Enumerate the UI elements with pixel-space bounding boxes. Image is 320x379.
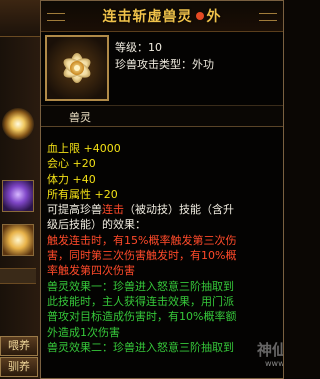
dot-icon	[195, 12, 204, 20]
item-name: 兽灵	[69, 111, 91, 124]
tooltip-title-bar: 连击斩虚兽灵外	[41, 1, 283, 32]
stat-line: 所有属性 +20	[47, 187, 118, 201]
effect-line: 普攻对目标造成伤害时，有10%概率额	[47, 310, 237, 324]
item-title: 连击斩虚兽灵	[102, 9, 193, 25]
pet-portrait-icon[interactable]	[2, 180, 34, 212]
stat-line: 血上限 +4000	[47, 142, 121, 155]
item-description: 血上限 +4000 会心 +20 体力 +40 所有属性 +20 可提高珍兽连击…	[47, 141, 279, 355]
flower-icon	[63, 53, 91, 83]
item-name-row: 兽灵	[41, 105, 283, 127]
trigger-line: 害，同时第三次伤害触发时，有10%概	[47, 249, 237, 263]
effect-line: 兽灵效果二：珍兽进入怒意三阶抽取到	[47, 340, 234, 354]
glow-orb-icon	[2, 108, 34, 140]
side-bar	[0, 268, 36, 284]
title-suffix: 外	[206, 9, 222, 25]
stat-line: 会心 +20	[47, 157, 96, 171]
item-tooltip: 连击斩虚兽灵外 等级：10 珍兽攻击类型：外功 兽灵 血上限 +4000 会心 …	[40, 0, 284, 379]
stat-line: 体力 +40	[47, 172, 96, 186]
skill-desc-line: 可提高珍兽连击（被动技）技能（含升	[47, 202, 279, 217]
desc-rest: （被动技）技能（含升	[124, 203, 234, 217]
attack-type-text: 珍兽攻击类型：外功	[115, 58, 214, 71]
level-text: 等级：10	[115, 41, 162, 54]
skill-name: 连击	[102, 203, 124, 217]
effect-line: 兽灵效果一：珍兽进入怒意三阶抽取到	[47, 279, 234, 293]
feed-button[interactable]: 喂养	[0, 336, 38, 356]
effect-line: 外造成1次伤害	[47, 325, 120, 339]
tooltip-title: 连击斩虚兽灵外	[41, 6, 283, 26]
skill-desc-line: 级后技能）的效果：	[47, 218, 146, 232]
effect-line: 此技能时，主人获得连击效果，用门派	[47, 294, 234, 308]
desc-prefix: 可提高珍兽	[47, 203, 102, 217]
tame-button[interactable]: 驯养	[0, 357, 38, 377]
soul-slot-icon[interactable]	[2, 224, 34, 256]
trigger-line: 触发连击时，有15%概率触发第三次伤	[47, 233, 237, 247]
trigger-line: 率触发第四次伤害	[47, 264, 135, 278]
game-screen: 喂养 驯养 连击斩虚兽灵外 等级：10 珍兽攻击类型：外功 兽灵 血上限 +40…	[0, 0, 286, 379]
background-header	[0, 0, 40, 37]
item-icon-frame	[45, 35, 109, 101]
watermark-url: www.SXDS.COM	[265, 359, 284, 368]
